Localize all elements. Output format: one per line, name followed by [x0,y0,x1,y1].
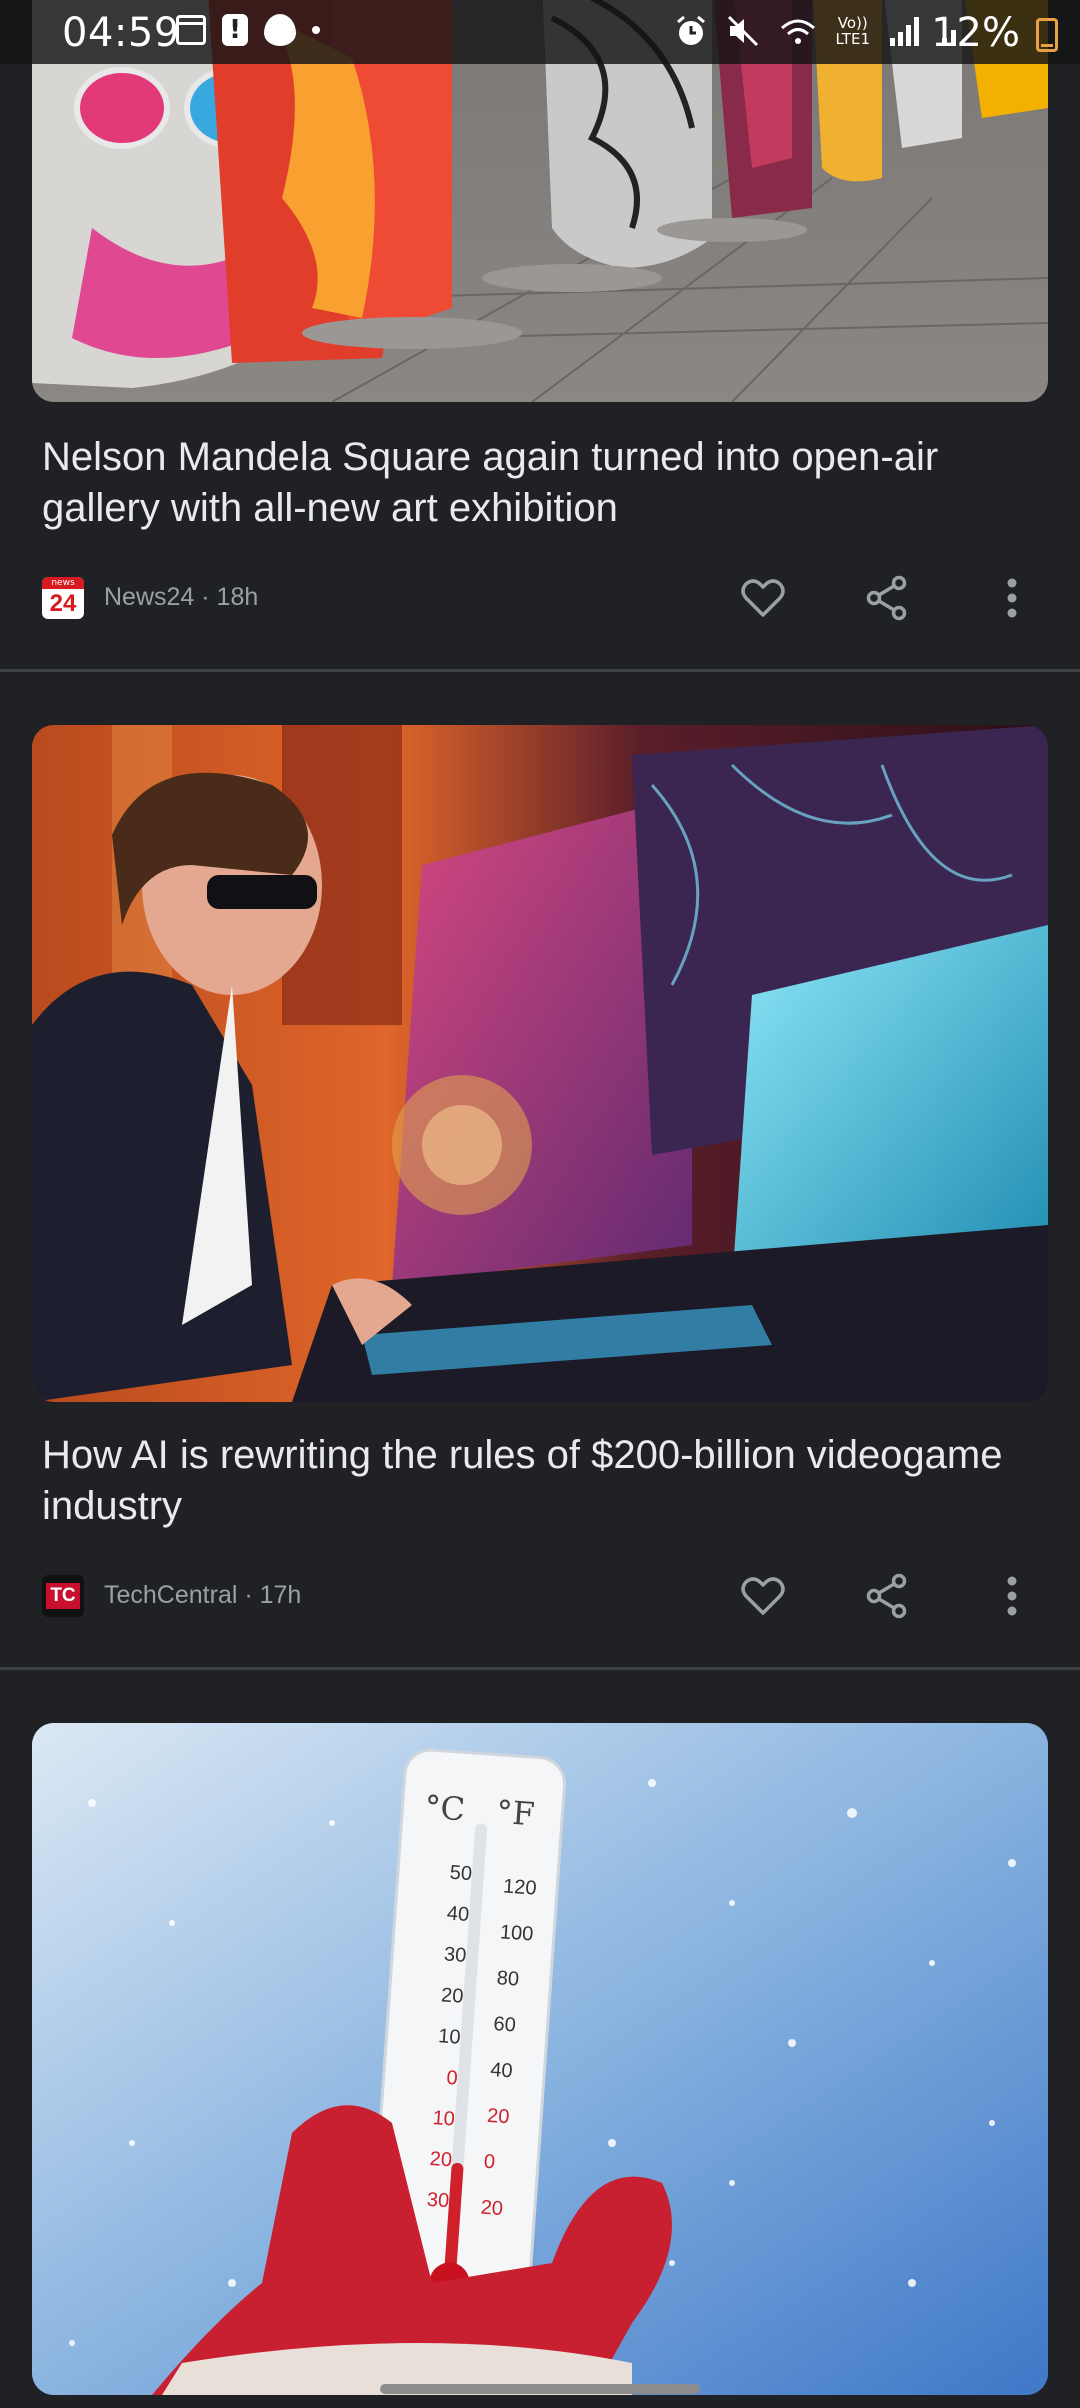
article-title[interactable]: Nelson Mandela Square again turned into … [42,432,1042,534]
alarm-icon [676,15,705,45]
f-tick: 0 [483,2150,496,2174]
c-tick: 10 [437,2025,462,2049]
c-tick: 40 [446,1902,470,1927]
share-icon[interactable] [862,573,912,623]
source-and-time: News24 · 18h [104,583,259,611]
f-tick: 20 [479,2196,504,2221]
f-tick: 120 [502,1875,538,1900]
techcentral-logo: TC [42,1575,84,1617]
fahrenheit-label: °F [495,1792,536,1834]
flame-icon [264,14,296,46]
status-time: 04:59 [62,10,180,56]
celsius-ticks: 50 40 30 20 10 0 10 20 30 [401,1860,473,2231]
f-tick: 60 [492,2013,517,2037]
calendar-icon [176,15,206,45]
c-tick: 50 [449,1861,473,1886]
article-image[interactable]: °C °F 50 40 30 20 10 0 10 20 30 120 100 … [32,1723,1048,2395]
mute-icon [727,15,758,47]
c-tick: 0 [445,2066,459,2090]
news24-logo: news 24 [42,577,84,619]
article-meta: TC TechCentral · 17h [42,1571,1042,1621]
status-right-icons: Vo)) LTE1 [674,14,960,48]
battery-icon [1036,18,1058,52]
article-image[interactable] [32,725,1048,1402]
news-card[interactable]: Nelson Mandela Square again turned into … [0,0,1080,670]
volte-icon: Vo)) LTE1 [835,14,870,48]
f-tick: 40 [489,2058,514,2083]
more-vert-icon[interactable] [987,1571,1037,1621]
more-vert-icon[interactable] [987,573,1037,623]
wifi-icon [780,19,815,44]
ai-gamer-photo [32,725,1048,1402]
article-title[interactable]: How AI is rewriting the rules of $200-bi… [42,1430,1042,1532]
alert-icon [222,14,248,46]
share-icon[interactable] [862,1571,912,1621]
article-meta: news 24 News24 · 18h [42,573,1042,623]
news-card[interactable]: How AI is rewriting the rules of $200-bi… [0,672,1080,1668]
home-indicator[interactable] [380,2384,700,2394]
logo-label-top: news [42,577,84,589]
celsius-label: °C [423,1787,467,1829]
c-tick: 20 [440,1984,465,2008]
news-card[interactable]: °C °F 50 40 30 20 10 0 10 20 30 120 100 … [0,1670,1080,2408]
logo-label: TC [46,1583,80,1609]
status-bar: 04:59 Vo)) LTE1 [0,0,1080,64]
source-and-time: TechCentral · 17h [104,1581,302,1609]
heart-icon[interactable] [738,1571,788,1621]
dot-icon [312,26,320,34]
c-tick: 20 [429,2147,453,2172]
battery-percent: 12% [931,10,1020,56]
f-tick: 100 [499,1921,535,1946]
logo-label-bottom: 24 [49,590,77,617]
c-tick: 30 [426,2188,450,2213]
c-tick: 10 [431,2107,456,2131]
c-tick: 30 [443,1943,468,1967]
f-tick: 20 [486,2104,511,2129]
f-tick: 80 [496,1967,520,1991]
status-left-icons [176,14,320,46]
heart-icon[interactable] [738,573,788,623]
signal-icon [890,17,919,46]
